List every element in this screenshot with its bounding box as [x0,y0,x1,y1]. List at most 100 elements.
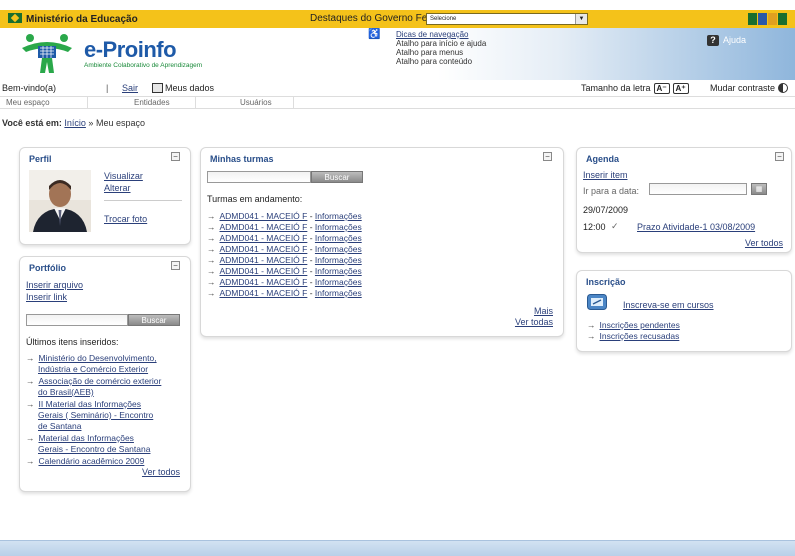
shortcut-content[interactable]: Atalho para conteúdo [396,57,472,66]
agenda-date: 29/07/2009 [583,205,629,215]
refused-enrollments-link[interactable]: Inscrições recusadas [600,331,680,341]
logout-link[interactable]: Sair [122,83,138,93]
list-item[interactable]: → II Material das Informações [26,399,141,409]
class-info-link[interactable]: Informações [315,211,362,221]
portfolio-collapse-icon[interactable]: − [171,261,180,270]
list-item-cont[interactable]: de Santana [38,421,81,431]
class-link[interactable]: ADMD041 - MACEIÓ F [220,255,308,265]
portfolio-item-link[interactable]: do Brasil(AEB) [38,387,94,397]
classes-search-button[interactable]: Buscar [311,171,363,183]
arrow-right-icon: → [26,353,35,363]
class-info-link[interactable]: Informações [315,255,362,265]
class-item[interactable]: → ADMD041 - MACEIÓ F - Informações [207,277,362,287]
contrast-toggle[interactable]: Mudar contraste [710,83,789,93]
font-decrease-button[interactable]: A⁻ [653,83,670,94]
classes-collapse-icon[interactable]: − [543,152,552,161]
font-increase-button[interactable]: A⁺ [672,83,689,94]
view-profile-link[interactable]: Visualizar [104,171,143,181]
portfolio-item-link[interactable]: Gerais ( Seminário) - Encontro [38,410,153,420]
portfolio-item-link[interactable]: Calendário acadêmico 2009 [39,456,145,466]
list-item[interactable]: → Associação de comércio exterior [26,376,161,386]
class-info-link[interactable]: Informações [315,222,362,232]
insert-agenda-item-link[interactable]: Inserir item [583,170,628,180]
logo-subtitle: Ambiente Colaborativo de Aprendizagem [84,62,203,69]
portfolio-see-all-link[interactable]: Ver todos [142,467,180,477]
ministry-brand[interactable]: Ministério da Educação [8,13,138,25]
class-item[interactable]: → ADMD041 - MACEIÓ F - Informações [207,288,362,298]
shortcut-menus[interactable]: Atalho para menus [396,48,463,57]
list-item-cont[interactable]: do Brasil(AEB) [38,387,94,397]
portfolio-item-link[interactable]: Material das Informações [39,433,134,443]
class-link[interactable]: ADMD041 - MACEIÓ F [220,211,308,221]
class-link[interactable]: ADMD041 - MACEIÓ F [220,222,308,232]
pending-enrollments-link[interactable]: Inscrições pendentes [600,320,680,330]
portfolio-item-link[interactable]: Ministério do Desenvolvimento, [39,353,157,363]
class-item[interactable]: → ADMD041 - MACEIÓ F - Informações [207,222,362,232]
calendar-icon[interactable]: ▦ [751,183,767,195]
class-info-link[interactable]: Informações [315,266,362,276]
logo-title[interactable]: e-Proinfo [84,37,177,63]
agenda-date-input[interactable] [649,183,747,195]
class-info-link[interactable]: Informações [315,244,362,254]
navigation-tips-link[interactable]: Dicas de navegação [396,30,469,39]
enroll-courses-link[interactable]: Inscreva-se em cursos [623,300,714,310]
list-item[interactable]: → Ministério do Desenvolvimento, [26,353,157,363]
profile-collapse-icon[interactable]: − [171,152,180,161]
insert-file-link[interactable]: Inserir arquivo [26,280,83,290]
class-link[interactable]: ADMD041 - MACEIÓ F [220,244,308,254]
class-item[interactable]: → ADMD041 - MACEIÓ F - Informações [207,255,362,265]
classes-more-link[interactable]: Mais [534,306,553,316]
class-item[interactable]: → ADMD041 - MACEIÓ F - Informações [207,233,362,243]
arrow-right-icon: → [207,288,216,298]
list-item-cont[interactable]: Gerais - Encontro de Santana [38,444,150,454]
list-item-cont[interactable]: Indústria e Comércio Exterior [38,364,148,374]
edit-profile-link[interactable]: Alterar [104,183,131,193]
arrow-right-icon: → [207,222,216,232]
class-info-link[interactable]: Informações [315,277,362,287]
my-data-link[interactable]: Meus dados [152,83,214,93]
portfolio-item-link[interactable]: Associação de comércio exterior [39,376,162,386]
profile-title: Perfil [29,154,52,164]
event-link[interactable]: Prazo Atividade-1 03/08/2009 [637,222,755,232]
portfolio-item-link[interactable]: Indústria e Comércio Exterior [38,364,148,374]
site-header: e-Proinfo Ambiente Colaborativo de Apren… [0,28,795,80]
breadcrumb-home-link[interactable]: Início [64,118,86,128]
list-item-cont[interactable]: Gerais ( Seminário) - Encontro [38,410,153,420]
class-link[interactable]: ADMD041 - MACEIÓ F [220,288,308,298]
portfolio-item-link[interactable]: II Material das Informações [39,399,142,409]
tab-usuarios[interactable]: Usuários [196,97,294,109]
shortcut-home-help[interactable]: Atalho para início e ajuda [396,39,486,48]
class-link[interactable]: ADMD041 - MACEIÓ F [220,266,308,276]
class-link[interactable]: ADMD041 - MACEIÓ F [220,277,308,287]
brasil-logo-icon[interactable] [748,13,788,25]
tab-entidades[interactable]: Entidades [88,97,196,109]
class-info-link[interactable]: Informações [315,288,362,298]
portfolio-item-link[interactable]: Gerais - Encontro de Santana [38,444,150,454]
brazil-flag-icon [8,13,22,23]
list-item[interactable]: → Calendário acadêmico 2009 [26,456,144,466]
gov-highlights-select[interactable]: Selecione ▼ [426,13,588,25]
list-item[interactable]: → Material das Informações [26,433,134,443]
class-item[interactable]: → ADMD041 - MACEIÓ F - Informações [207,244,362,254]
classes-search-input[interactable] [207,171,311,183]
agenda-see-all-link[interactable]: Ver todos [745,238,783,248]
enrollment-title: Inscrição [586,277,626,287]
portfolio-search-input[interactable] [26,314,128,326]
portfolio-search-button[interactable]: Buscar [128,314,180,326]
event-time: 12:00 [583,222,606,232]
pending-enrollments-item[interactable]: → Inscrições pendentes [587,320,680,330]
class-info-link[interactable]: Informações [315,233,362,243]
change-photo-link[interactable]: Trocar foto [104,214,147,224]
ministry-name: Ministério da Educação [26,14,138,25]
portfolio-item-link[interactable]: de Santana [38,421,81,431]
classes-see-all-link[interactable]: Ver todas [515,317,553,327]
class-item[interactable]: → ADMD041 - MACEIÓ F - Informações [207,266,362,276]
class-link[interactable]: ADMD041 - MACEIÓ F [220,233,308,243]
insert-link-link[interactable]: Inserir link [26,292,67,302]
class-item[interactable]: → ADMD041 - MACEIÓ F - Informações [207,211,362,221]
site-footer [0,540,795,556]
agenda-collapse-icon[interactable]: − [775,152,784,161]
refused-enrollments-item[interactable]: → Inscrições recusadas [587,331,679,341]
help-button[interactable]: ? Ajuda [707,35,746,46]
tab-meu-espaco[interactable]: Meu espaço [0,97,88,109]
